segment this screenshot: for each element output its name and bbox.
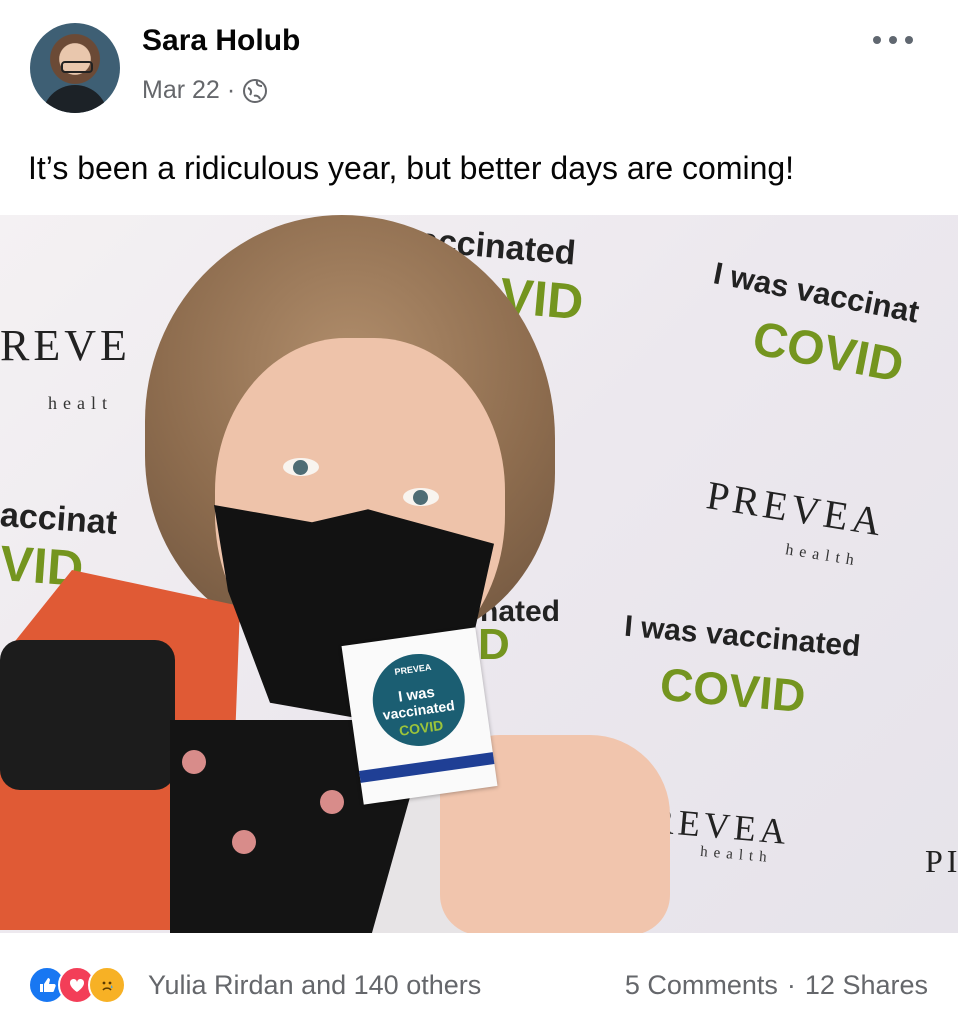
avatar-body-shape: [42, 85, 108, 113]
more-dot-icon: [905, 36, 913, 44]
meta-separator: ·: [226, 76, 236, 104]
reaction-icons[interactable]: [28, 966, 126, 1004]
flower-shape: [182, 750, 206, 774]
backdrop-text: I was vaccinated: [623, 609, 862, 664]
avatar[interactable]: [30, 23, 120, 113]
sticker-strip: [359, 752, 495, 783]
backdrop-text: PREVEA: [703, 472, 888, 545]
post-date[interactable]: Mar 22: [142, 76, 220, 105]
sad-icon: [88, 966, 126, 1004]
globe-icon[interactable]: [242, 78, 268, 104]
post-photo[interactable]: vaccinated VID I was vaccinat COVID REVE…: [0, 215, 958, 933]
reactors-text[interactable]: Yulia Rirdan and 140 others: [148, 970, 481, 1001]
post-meta: Mar 22 ·: [142, 76, 268, 105]
shares-count[interactable]: 12 Shares: [805, 970, 928, 1001]
backdrop-text: I was vaccinat: [710, 255, 923, 330]
jacket-panel-shape: [0, 640, 175, 790]
vaccine-sticker: PREVEA I was vaccinated COVID: [341, 627, 498, 805]
post-footer: Yulia Rirdan and 140 others 5 Comments ·…: [0, 933, 958, 1024]
more-options-button[interactable]: [873, 31, 913, 49]
backdrop-text: D: [478, 620, 510, 669]
author-name[interactable]: Sara Holub: [142, 24, 300, 58]
backdrop-text: PI: [925, 843, 958, 879]
post-header: Sara Holub Mar 22 ·: [0, 0, 958, 130]
backdrop-text: healt: [48, 393, 113, 413]
flower-shape: [320, 790, 344, 814]
eye-shape: [403, 488, 439, 506]
eye-shape: [283, 458, 319, 476]
backdrop-text: REVE: [0, 321, 131, 370]
flower-shape: [232, 830, 256, 854]
glasses-shape: [61, 61, 93, 73]
backdrop-text: health: [784, 541, 862, 570]
post-text: It’s been a ridiculous year, but better …: [28, 150, 795, 186]
engagement-counts: 5 Comments · 12 Shares: [625, 970, 928, 1001]
more-dot-icon: [873, 36, 881, 44]
engagement-separator: ·: [786, 970, 796, 1000]
comments-count[interactable]: 5 Comments: [625, 970, 778, 1001]
backdrop-text: COVID: [658, 657, 808, 723]
more-dot-icon: [889, 36, 897, 44]
